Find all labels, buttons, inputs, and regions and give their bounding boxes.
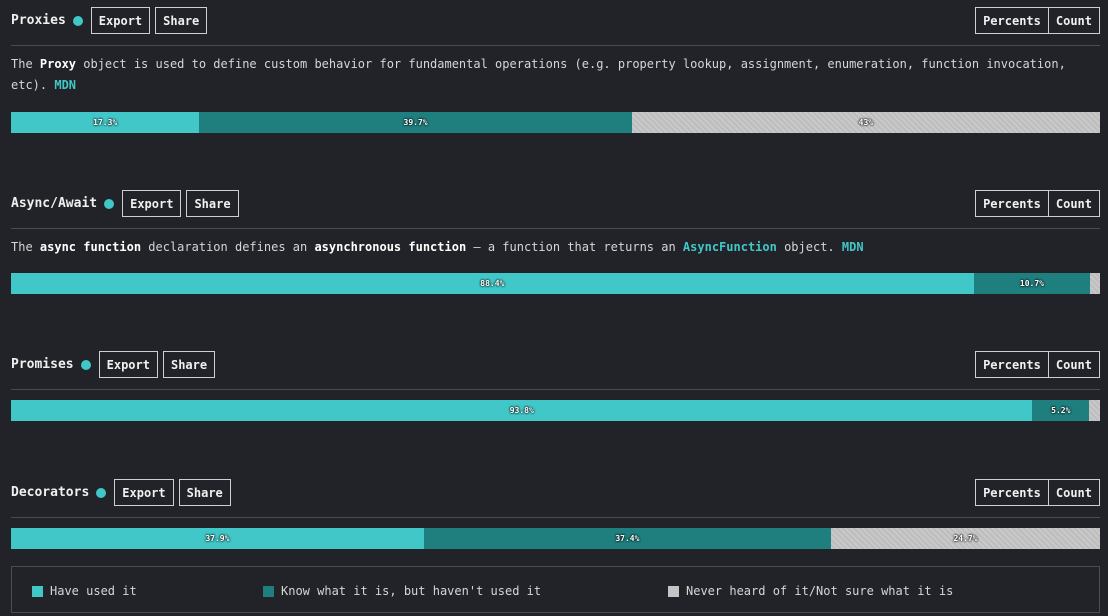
export-button[interactable]: Export xyxy=(98,351,158,378)
legend-swatch xyxy=(32,585,43,597)
bar-segment-know[interactable]: 10.7% xyxy=(973,273,1091,294)
count-toggle[interactable]: Count xyxy=(1048,7,1100,34)
divider xyxy=(11,389,1100,390)
asyncfunction-link[interactable]: AsyncFunction xyxy=(683,240,777,254)
legend-swatch xyxy=(668,585,679,597)
bar-segment-never[interactable]: 24.7% xyxy=(831,528,1100,549)
legend-item-used: Have used it xyxy=(32,584,137,598)
export-button[interactable]: Export xyxy=(90,7,151,34)
legend-swatch xyxy=(263,585,274,597)
stacked-bar: 17.3% 39.7% 43% xyxy=(11,112,1100,133)
bar-segment-never[interactable]: 43% xyxy=(631,112,1100,133)
percents-toggle[interactable]: Percents xyxy=(975,7,1049,34)
data-label: 17.3% xyxy=(93,118,118,127)
desc-code: Proxy xyxy=(39,57,77,71)
bar-segment-used[interactable]: 17.3% xyxy=(11,112,200,133)
legend-item-never: Never heard of it/Not sure what it is xyxy=(668,584,953,598)
divider xyxy=(11,45,1100,46)
share-button[interactable]: Share xyxy=(155,7,208,34)
share-button[interactable]: Share xyxy=(186,190,239,217)
status-dot-icon xyxy=(72,15,83,26)
count-toggle[interactable]: Count xyxy=(1048,351,1100,378)
description: The Proxy object is used to define custo… xyxy=(11,54,1081,96)
desc-text: declaration defines an xyxy=(141,240,315,254)
data-label: 88.4% xyxy=(480,279,505,288)
desc-text: The xyxy=(11,57,40,71)
legend-label: Know what it is, but haven't used it xyxy=(281,584,542,598)
legend-item-know: Know what it is, but haven't used it xyxy=(263,584,541,598)
data-label: 37.4% xyxy=(615,534,640,543)
legend-label: Never heard of it/Not sure what it is xyxy=(686,584,954,598)
chart-legend: Have used it Know what it is, but haven'… xyxy=(11,566,1100,613)
export-button[interactable]: Export xyxy=(114,479,174,506)
bar-segment-used[interactable]: 93.8% xyxy=(11,400,1033,421)
desc-text: The xyxy=(11,240,40,254)
bar-segment-know[interactable]: 39.7% xyxy=(199,112,632,133)
desc-text: object is used to define custom behavior… xyxy=(76,57,1066,71)
divider xyxy=(11,228,1100,229)
data-label: 43% xyxy=(858,118,874,127)
desc-code: async function xyxy=(39,240,142,254)
section-title: Proxies xyxy=(11,13,66,28)
percents-toggle[interactable]: Percents xyxy=(975,351,1049,378)
section-title: Decorators xyxy=(11,485,90,500)
export-button[interactable]: Export xyxy=(122,190,182,217)
section-proxies: Proxies Export Share Percents Count The … xyxy=(11,7,1100,133)
data-label: 24.7% xyxy=(953,534,978,543)
desc-text: object. xyxy=(776,240,842,254)
bar-segment-never[interactable] xyxy=(1089,400,1100,421)
stacked-bar: 88.4% 10.7% xyxy=(11,273,1100,294)
share-button[interactable]: Share xyxy=(162,351,216,378)
bar-segment-never[interactable] xyxy=(1090,273,1100,294)
divider xyxy=(11,517,1100,518)
legend-label: Have used it xyxy=(50,584,137,598)
bar-segment-know[interactable]: 5.2% xyxy=(1032,400,1090,421)
data-label: 39.7% xyxy=(403,118,428,127)
count-toggle[interactable]: Count xyxy=(1048,479,1100,506)
status-dot-icon xyxy=(104,198,115,209)
count-toggle[interactable]: Count xyxy=(1048,190,1100,217)
section-decorators: Decorators Export Share Percents Count 3… xyxy=(11,479,1100,549)
section-async-await: Async/Await Export Share Percents Count … xyxy=(11,190,1100,294)
description: The async function declaration defines a… xyxy=(11,237,1081,258)
mdn-link[interactable]: MDN xyxy=(54,78,76,92)
bar-segment-used[interactable]: 88.4% xyxy=(11,273,974,294)
data-label: 37.9% xyxy=(205,534,230,543)
stacked-bar: 93.8% 5.2% xyxy=(11,400,1100,421)
stacked-bar: 37.9% 37.4% 24.7% xyxy=(11,528,1100,549)
data-label: 93.8% xyxy=(509,406,534,415)
status-dot-icon xyxy=(80,359,91,370)
section-title: Promises xyxy=(11,357,74,372)
section-title: Async/Await xyxy=(11,196,98,211)
bar-segment-know[interactable]: 37.4% xyxy=(423,528,831,549)
percents-toggle[interactable]: Percents xyxy=(975,479,1049,506)
status-dot-icon xyxy=(96,487,107,498)
section-promises: Promises Export Share Percents Count 93.… xyxy=(11,351,1100,421)
desc-text: — a function that returns an xyxy=(466,240,683,254)
mdn-link[interactable]: MDN xyxy=(842,240,864,254)
data-label: 10.7% xyxy=(1019,279,1044,288)
desc-text: etc). xyxy=(11,78,55,92)
share-button[interactable]: Share xyxy=(178,479,231,506)
desc-code: asynchronous function xyxy=(314,240,467,254)
data-label: 5.2% xyxy=(1051,406,1071,415)
bar-segment-used[interactable]: 37.9% xyxy=(11,528,424,549)
percents-toggle[interactable]: Percents xyxy=(975,190,1049,217)
